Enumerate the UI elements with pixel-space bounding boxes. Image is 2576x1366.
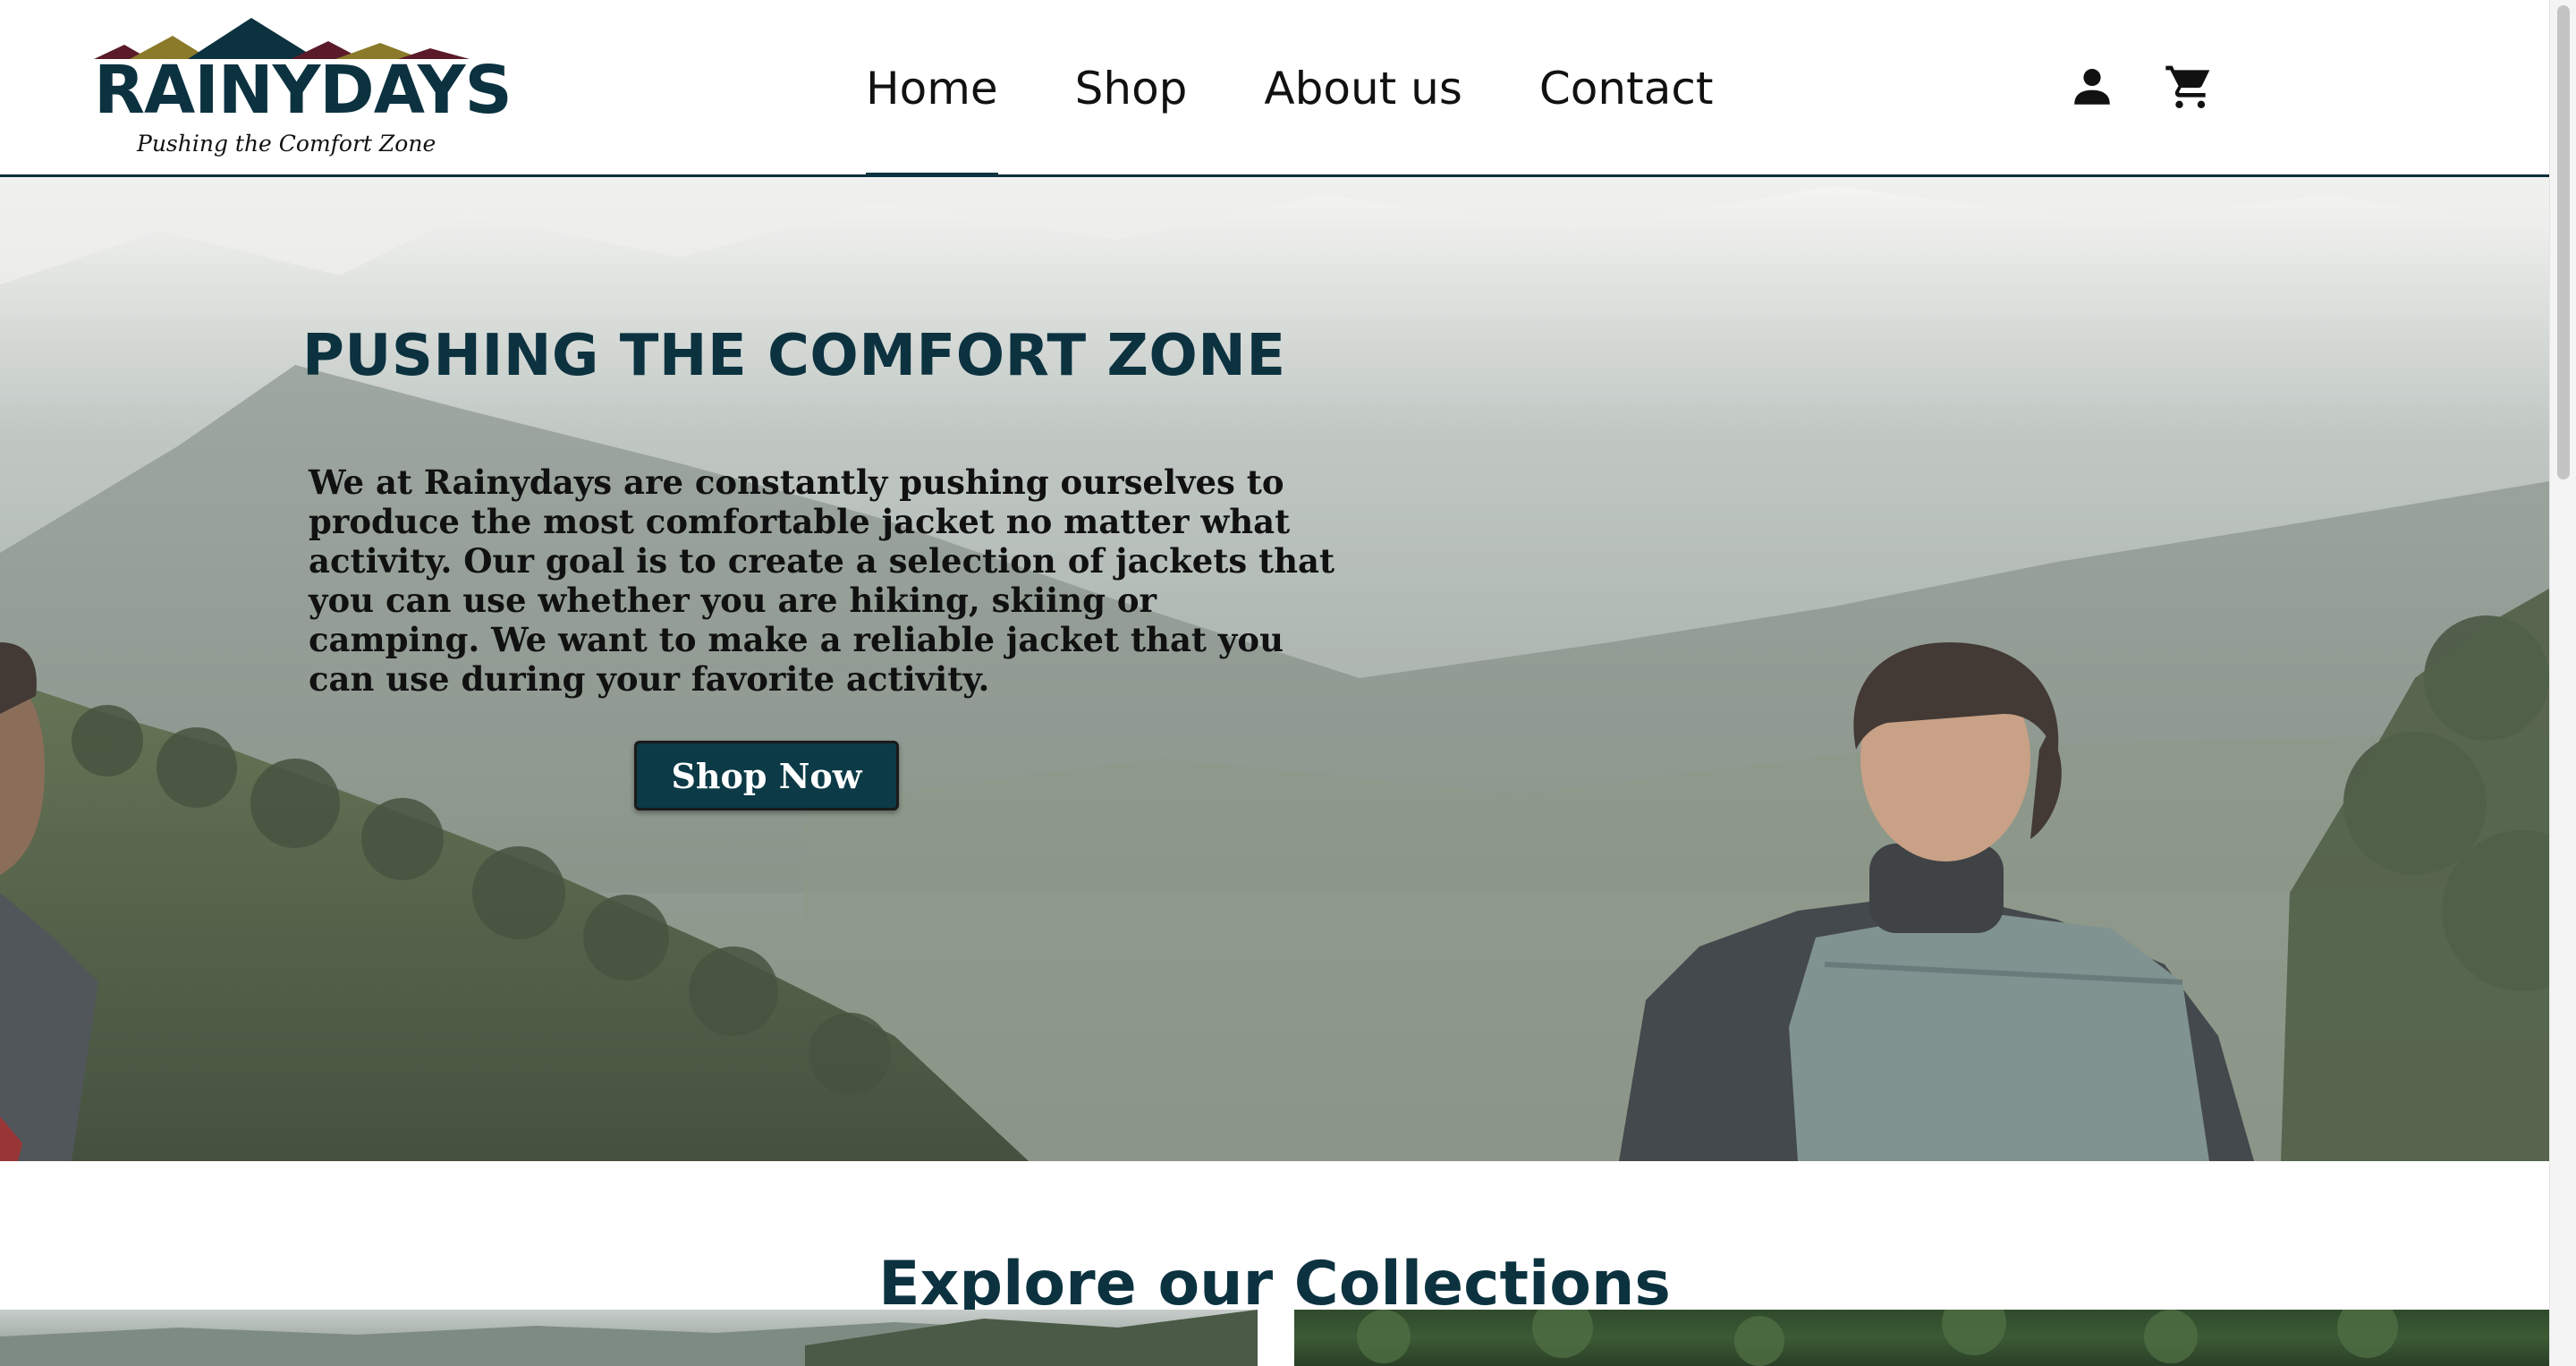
collection-image [0, 1310, 1258, 1366]
user-icon [2074, 69, 2110, 105]
collection-card[interactable] [0, 1310, 1258, 1366]
nav-item-shop[interactable]: Shop [1075, 0, 1188, 177]
nav-item-home[interactable]: Home [866, 0, 998, 177]
header-actions [2066, 61, 2215, 113]
hero-title: PUSHING THE COMFORT ZONE [302, 322, 1286, 389]
hero-description: We at Rainydays are constantly pushing o… [309, 462, 1335, 699]
cart-button[interactable] [2163, 61, 2215, 113]
nav-item-about-us[interactable]: About us [1264, 0, 1462, 177]
hero-banner: PUSHING THE COMFORT ZONE We at Rainydays… [0, 177, 2549, 1161]
account-button[interactable] [2066, 61, 2118, 113]
scrollbar-thumb[interactable] [2557, 5, 2570, 479]
main-nav: Home Shop About us Contact [866, 0, 1790, 177]
nav-item-contact[interactable]: Contact [1539, 0, 1714, 177]
shop-now-button[interactable]: Shop Now [634, 741, 899, 810]
collection-image [1357, 1310, 2398, 1366]
rainydays-logo[interactable]: RAINYDAYS Pushing the Comfort Zone [94, 18, 513, 161]
logo-wordmark: RAINYDAYS [94, 52, 513, 129]
site-header: RAINYDAYS Pushing the Comfort Zone Home … [0, 0, 2549, 177]
collection-card[interactable] [1294, 1310, 2549, 1366]
logo-tagline: Pushing the Comfort Zone [137, 131, 436, 157]
cart-icon [2165, 65, 2210, 109]
page-scrollbar[interactable] [2549, 0, 2576, 1366]
